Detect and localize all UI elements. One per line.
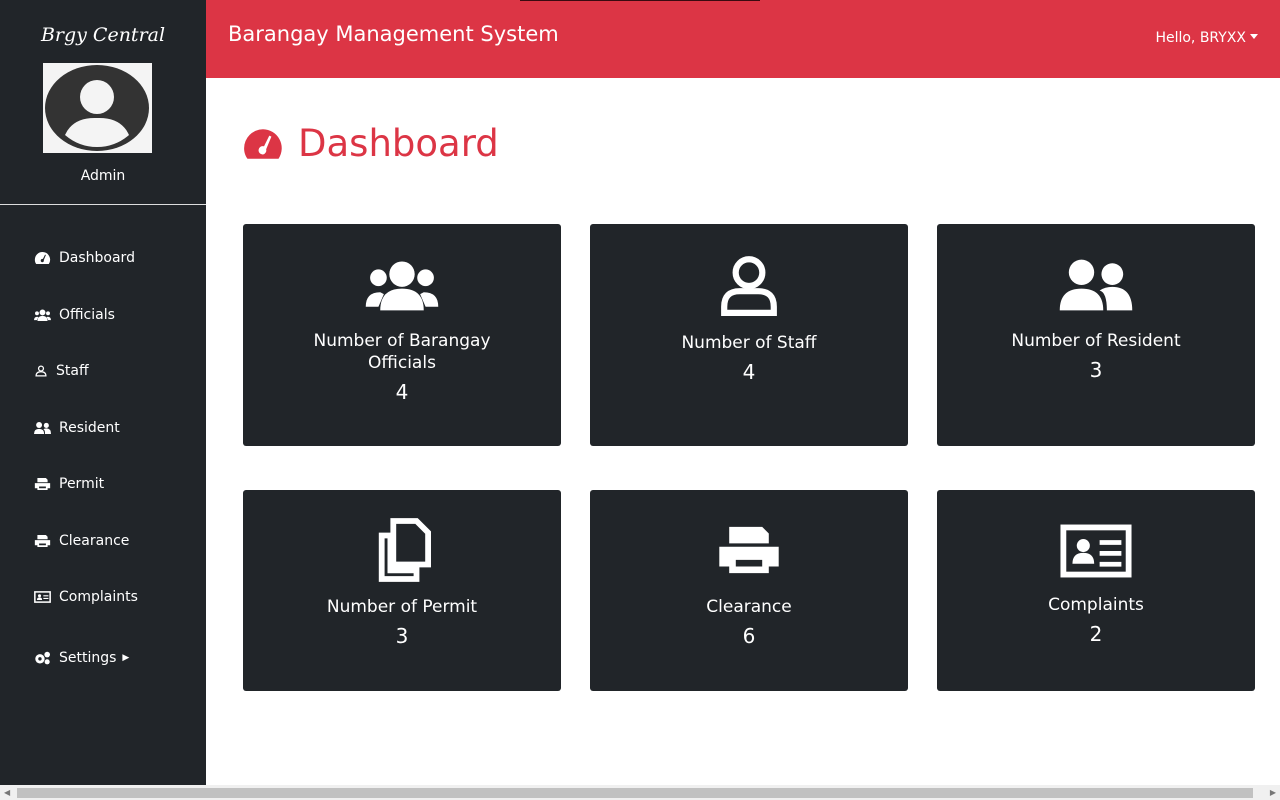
avatar [43, 63, 152, 153]
scroll-right-icon[interactable]: ▶ [1270, 788, 1276, 797]
card-resident[interactable]: Number of Resident 3 [937, 224, 1255, 446]
scrollbar-thumb[interactable] [17, 788, 1253, 798]
sidebar-item-staff[interactable]: Staff [0, 343, 206, 400]
card-complaints[interactable]: Complaints 2 [937, 490, 1255, 691]
id-card-icon [34, 591, 51, 604]
sidebar-item-officials[interactable]: Officials [0, 287, 206, 344]
card-value: 4 [395, 380, 409, 404]
app-title: Barangay Management System [228, 22, 559, 46]
top-strip [520, 0, 760, 1]
sidebar-item-label: Officials [59, 306, 115, 323]
card-label: Number of Barangay Officials [313, 331, 491, 373]
top-navbar: Barangay Management System Hello, BRYXX [206, 0, 1280, 78]
card-label: Complaints [1048, 595, 1144, 615]
tachometer-icon [244, 128, 282, 159]
sidebar-item-dashboard[interactable]: Dashboard [0, 230, 206, 287]
scroll-left-icon[interactable]: ◀ [4, 788, 10, 797]
card-label: Number of Staff [681, 333, 817, 353]
user-icon [721, 256, 777, 316]
id-card-icon [1060, 524, 1132, 578]
user-icon [35, 365, 47, 377]
sidebar-item-label: Permit [59, 476, 105, 493]
tachometer-icon [34, 252, 51, 265]
users-icon [34, 309, 51, 321]
caret-right-icon: ▶ [122, 652, 130, 663]
card-staff[interactable]: Number of Staff 4 [590, 224, 908, 446]
copy-icon [378, 518, 431, 582]
divider [0, 204, 206, 205]
sidebar-nav: Dashboard Officials Staff Resident Permi… [0, 230, 206, 686]
card-value: 4 [742, 360, 756, 384]
card-label: Clearance [706, 597, 792, 617]
sidebar-item-label: Clearance [59, 532, 130, 549]
sidebar-item-label: Dashboard [59, 250, 135, 267]
sidebar-item-clearance[interactable]: Clearance [0, 513, 206, 570]
card-value: 2 [1089, 622, 1103, 646]
sidebar: Brgy Central Admin Dashboard Officials S… [0, 0, 206, 785]
print-icon [719, 526, 779, 574]
sidebar-item-resident[interactable]: Resident [0, 400, 206, 457]
card-label: Number of Permit [326, 597, 478, 617]
card-value: 3 [1089, 358, 1103, 382]
sidebar-item-permit[interactable]: Permit [0, 456, 206, 513]
card-value: 6 [742, 624, 756, 648]
users-icon [365, 261, 439, 311]
sidebar-item-settings[interactable]: Settings ▶ [0, 630, 206, 687]
page-title: Dashboard [242, 122, 499, 165]
user-friends-icon [34, 421, 51, 434]
sidebar-item-label: Settings [59, 649, 117, 666]
card-value: 3 [395, 624, 409, 648]
cogs-icon [35, 651, 50, 665]
card-officials[interactable]: Number of Barangay Officials 4 [243, 224, 561, 446]
user-friends-icon [1059, 259, 1133, 311]
sidebar-item-complaints[interactable]: Complaints [0, 569, 206, 626]
sidebar-item-label: Complaints [59, 589, 138, 606]
user-dropdown[interactable]: Hello, BRYXX [1155, 30, 1258, 46]
page-title-text: Dashboard [298, 122, 499, 165]
card-label: Number of Resident [1011, 331, 1181, 351]
horizontal-scrollbar[interactable]: ◀ ▶ [0, 785, 1280, 800]
user-role: Admin [80, 168, 126, 184]
sidebar-item-label: Resident [59, 419, 120, 436]
brand-logo: Brgy Central [40, 24, 166, 46]
print-icon [34, 478, 51, 491]
sidebar-item-label: Staff [56, 363, 89, 380]
card-clearance[interactable]: Clearance 6 [590, 490, 908, 691]
card-permit[interactable]: Number of Permit 3 [243, 490, 561, 691]
print-icon [34, 534, 51, 547]
